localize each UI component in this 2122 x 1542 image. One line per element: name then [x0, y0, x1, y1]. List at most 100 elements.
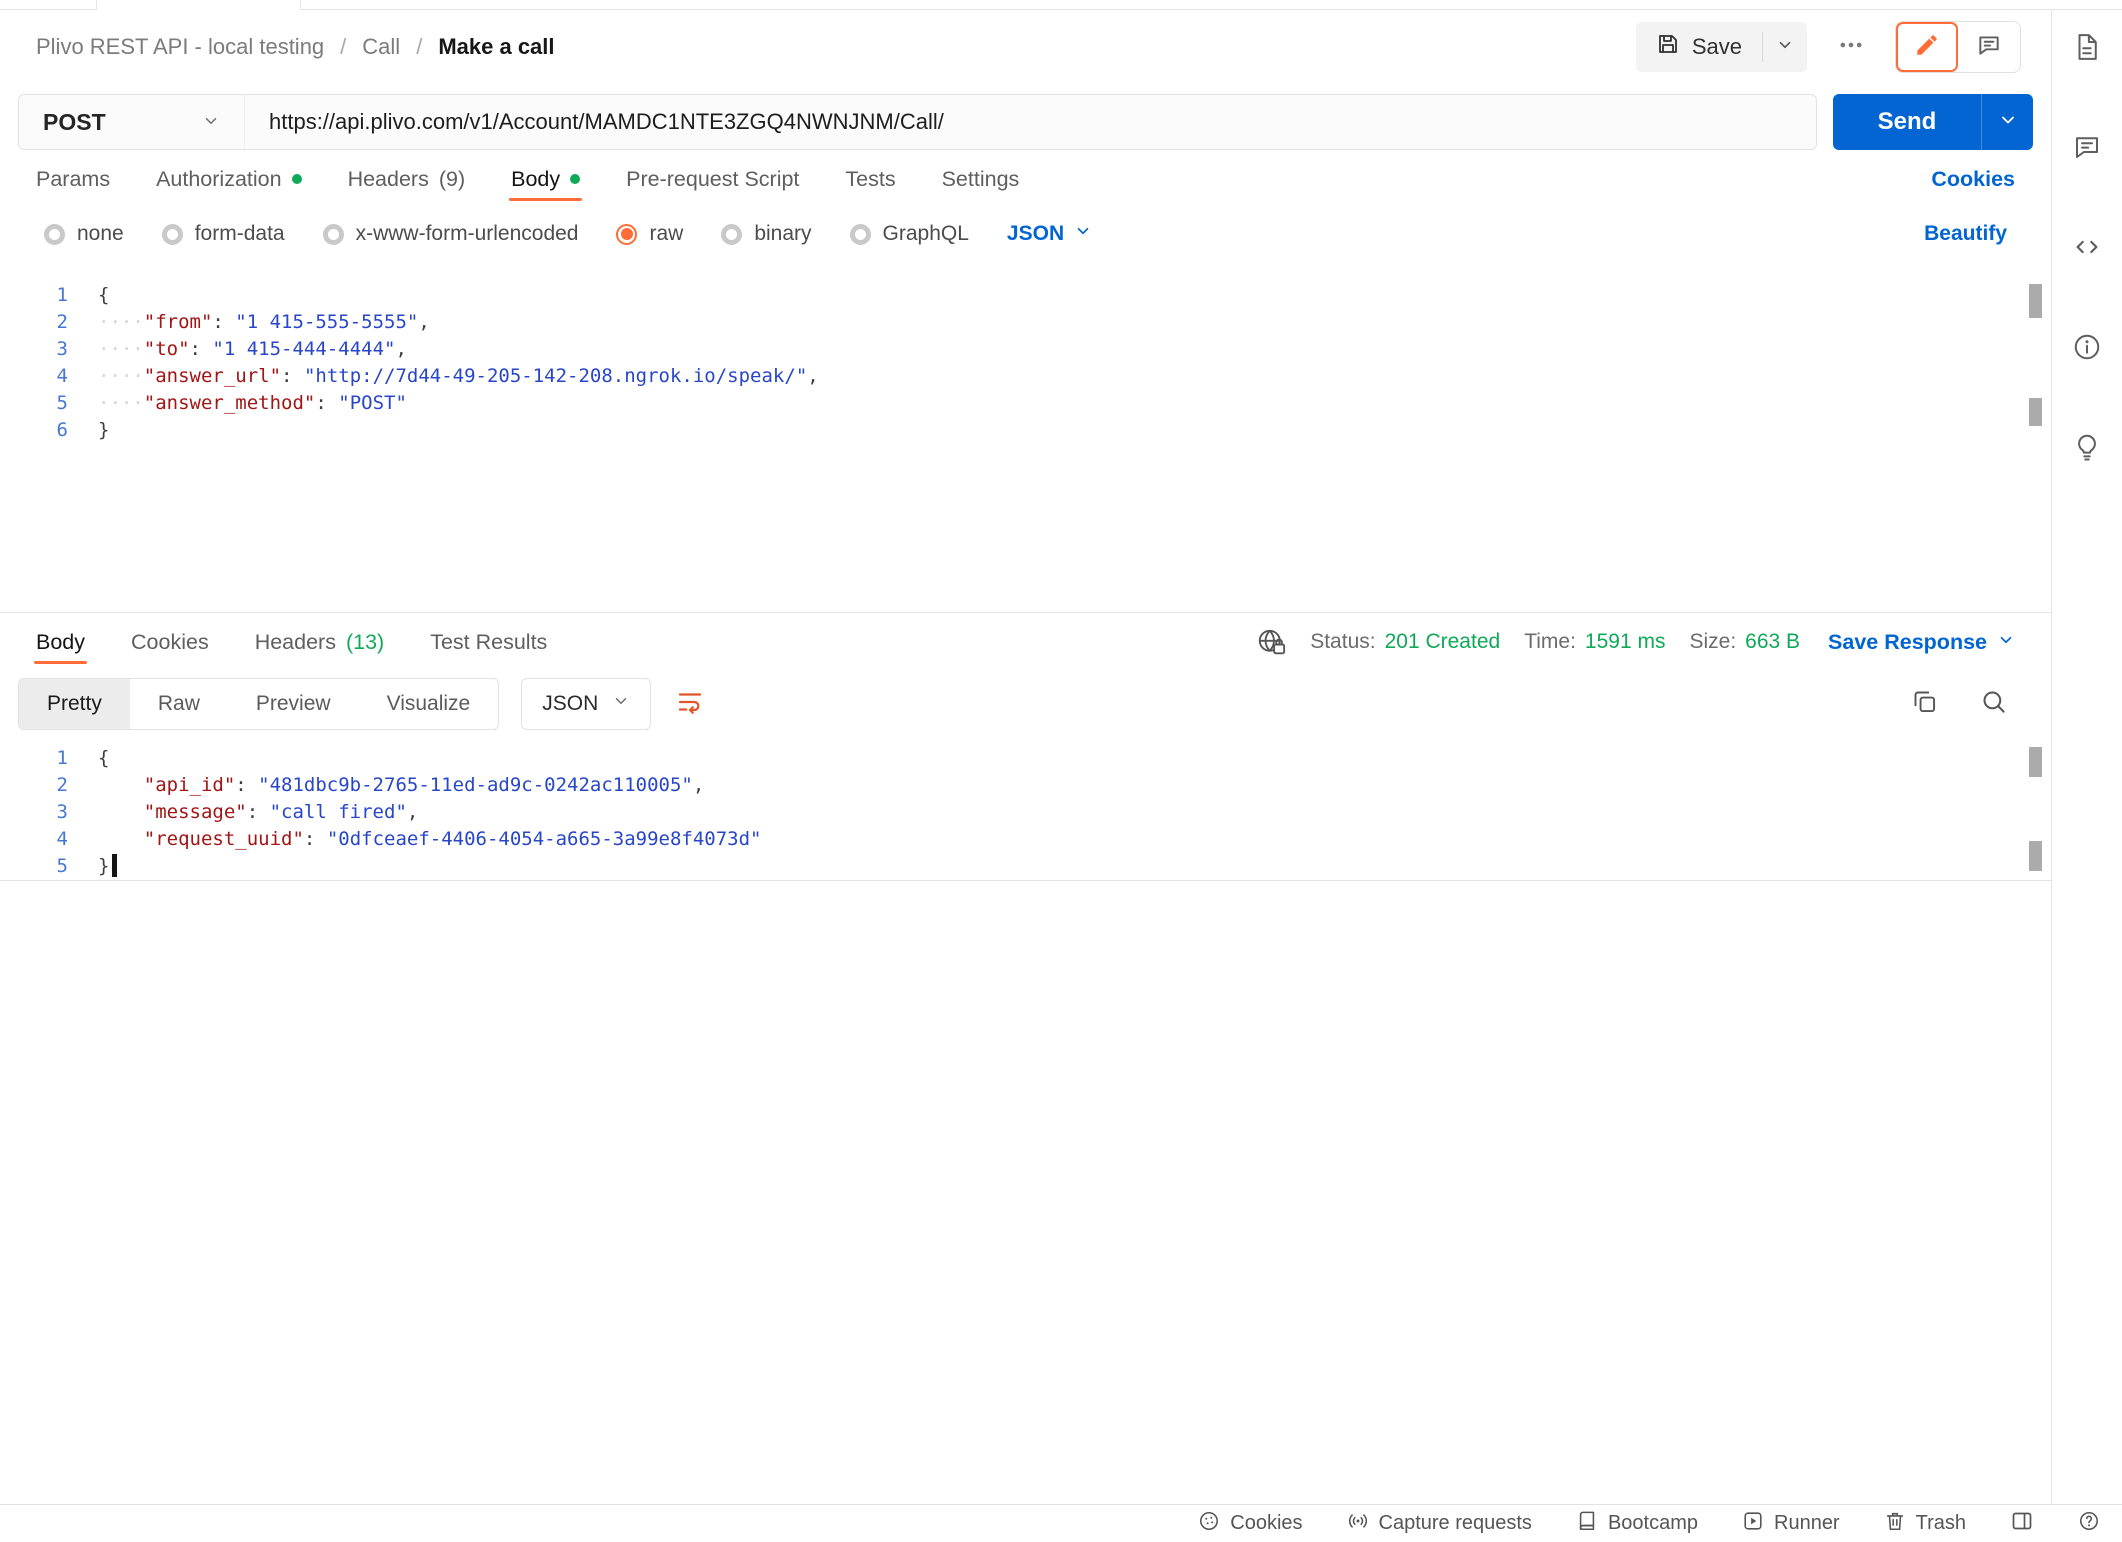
scrollbar-mark[interactable]	[2029, 398, 2042, 426]
save-response-label: Save Response	[1828, 630, 1987, 655]
response-tab-cookies[interactable]: Cookies	[131, 613, 209, 671]
tab-label: Headers	[348, 167, 429, 192]
cookies-link[interactable]: Cookies	[1931, 167, 2015, 192]
tab-label: Tests	[845, 167, 895, 192]
code-text: ····"answer_method": "POST"	[98, 390, 407, 417]
edit-request-button[interactable]	[1896, 22, 1958, 72]
response-language-selector[interactable]: JSON	[521, 678, 651, 730]
code-line: 2····"from": "1 415-555-5555",	[0, 309, 2051, 336]
request-pane: Plivo REST API - local testing / Call / …	[0, 10, 2051, 1504]
capture-requests-button[interactable]: Capture requests	[1347, 1510, 1532, 1538]
active-tab-notch[interactable]	[96, 0, 301, 10]
scrollbar-mark[interactable]	[2029, 841, 2042, 871]
save-label: Save	[1692, 34, 1742, 60]
tab-pre-request-script[interactable]: Pre-request Script	[626, 150, 799, 208]
comments-button[interactable]	[1958, 22, 2020, 72]
method-selector[interactable]: POST	[19, 95, 245, 149]
send-options-button[interactable]	[1981, 94, 2033, 150]
statusbar-label: Cookies	[1230, 1512, 1302, 1535]
save-options-button[interactable]	[1763, 36, 1807, 59]
runner-button[interactable]: Runner	[1742, 1510, 1840, 1538]
tab-headers[interactable]: Headers (9)	[348, 150, 466, 208]
send-button[interactable]: Send	[1833, 94, 2033, 150]
view-tab-preview[interactable]: Preview	[228, 679, 359, 729]
trash-icon	[1884, 1510, 1906, 1538]
help-button[interactable]	[2078, 1510, 2100, 1538]
breadcrumb-separator: /	[416, 34, 422, 60]
body-type-raw[interactable]: raw	[616, 222, 683, 246]
wrap-lines-button[interactable]	[675, 687, 705, 722]
network-globe-icon[interactable]	[1256, 627, 1286, 657]
breadcrumb-workspace[interactable]: Plivo REST API - local testing	[36, 34, 324, 60]
scrollbar-mark[interactable]	[2029, 747, 2042, 777]
code-token: }	[98, 855, 109, 877]
tab-settings[interactable]: Settings	[942, 150, 1020, 208]
response-tab-body[interactable]: Body	[36, 613, 85, 671]
code-token: "call fired"	[270, 801, 407, 823]
body-type-form-data[interactable]: form-data	[162, 222, 285, 246]
code-line: 5····"answer_method": "POST"	[0, 390, 2051, 417]
body-type-urlencoded[interactable]: x-www-form-urlencoded	[323, 222, 579, 246]
response-body-editor[interactable]: 1{2 "api_id": "481dbc9b-2765-11ed-ad9c-0…	[0, 737, 2051, 1504]
code-snippet-button[interactable]	[2067, 232, 2107, 266]
save-button[interactable]: Save	[1636, 32, 1762, 62]
request-body-editor[interactable]: 1{2····"from": "1 415-555-5555",3····"to…	[0, 270, 2051, 612]
copy-response-button[interactable]	[1911, 688, 1938, 720]
code-token: :	[212, 311, 235, 333]
tab-tests[interactable]: Tests	[845, 150, 895, 208]
raw-language-selector[interactable]: JSON	[1007, 222, 1092, 246]
line-number: 2	[0, 772, 98, 799]
code-token: {	[98, 747, 109, 769]
bootcamp-button[interactable]: Bootcamp	[1576, 1510, 1698, 1538]
option-label: form-data	[195, 222, 285, 246]
url-input[interactable]	[245, 95, 1816, 149]
documentation-button[interactable]	[2067, 32, 2107, 66]
code-text: "request_uuid": "0dfceaef-4406-4054-a665…	[98, 826, 762, 853]
save-icon	[1656, 32, 1680, 62]
save-response-button[interactable]: Save Response	[1828, 630, 2015, 655]
body-type-binary[interactable]: binary	[721, 222, 811, 246]
tab-label: Authorization	[156, 167, 282, 192]
line-number: 4	[0, 363, 98, 390]
response-view-switcher: Pretty Raw Preview Visualize	[18, 678, 499, 730]
code-token: "message"	[144, 801, 247, 823]
view-tab-visualize[interactable]: Visualize	[359, 679, 499, 729]
scrollbar-mark[interactable]	[2029, 284, 2042, 318]
tab-params[interactable]: Params	[36, 150, 110, 208]
right-sidebar	[2051, 10, 2122, 1504]
body-type-graphql[interactable]: GraphQL	[850, 222, 969, 246]
breadcrumb-collection[interactable]: Call	[362, 34, 400, 60]
ellipsis-icon	[1837, 31, 1865, 64]
view-tab-pretty[interactable]: Pretty	[19, 679, 130, 729]
chevron-down-icon	[1998, 110, 2018, 135]
cookies-manager-button[interactable]: Cookies	[1198, 1510, 1302, 1538]
response-tab-test-results[interactable]: Test Results	[430, 613, 547, 671]
breadcrumb-request-name: Make a call	[438, 34, 554, 60]
two-pane-view-button[interactable]	[2010, 1509, 2034, 1539]
code-line: 4 "request_uuid": "0dfceaef-4406-4054-a6…	[0, 826, 2051, 853]
comments-panel-button[interactable]	[2067, 132, 2107, 166]
body-type-none[interactable]: none	[44, 222, 124, 246]
trash-button[interactable]: Trash	[1884, 1510, 1966, 1538]
response-body-code: 1{2 "api_id": "481dbc9b-2765-11ed-ad9c-0…	[0, 737, 2051, 881]
edit-comment-group	[1895, 21, 2021, 73]
code-token: "0dfceaef-4406-4054-a665-3a99e8f4073d"	[327, 828, 762, 850]
request-info-button[interactable]	[2067, 332, 2107, 366]
comment-icon	[2072, 132, 2102, 167]
response-tab-headers[interactable]: Headers (13)	[255, 613, 385, 671]
url-box: POST	[18, 94, 1817, 150]
save-button-group: Save	[1636, 22, 1807, 72]
view-tab-raw[interactable]: Raw	[130, 679, 228, 729]
request-tabs: Params Authorization Headers (9) Body Pr…	[0, 150, 2051, 208]
code-token: :	[281, 365, 304, 387]
code-token: :	[190, 338, 213, 360]
search-response-button[interactable]	[1980, 688, 2007, 720]
more-actions-button[interactable]	[1831, 31, 1871, 64]
tab-body[interactable]: Body	[511, 150, 580, 208]
beautify-link[interactable]: Beautify	[1924, 222, 2007, 246]
line-number: 2	[0, 309, 98, 336]
option-label: none	[77, 222, 124, 246]
code-line: 1{	[0, 745, 2051, 772]
tab-authorization[interactable]: Authorization	[156, 150, 302, 208]
pull-requests-button[interactable]	[2067, 432, 2107, 466]
